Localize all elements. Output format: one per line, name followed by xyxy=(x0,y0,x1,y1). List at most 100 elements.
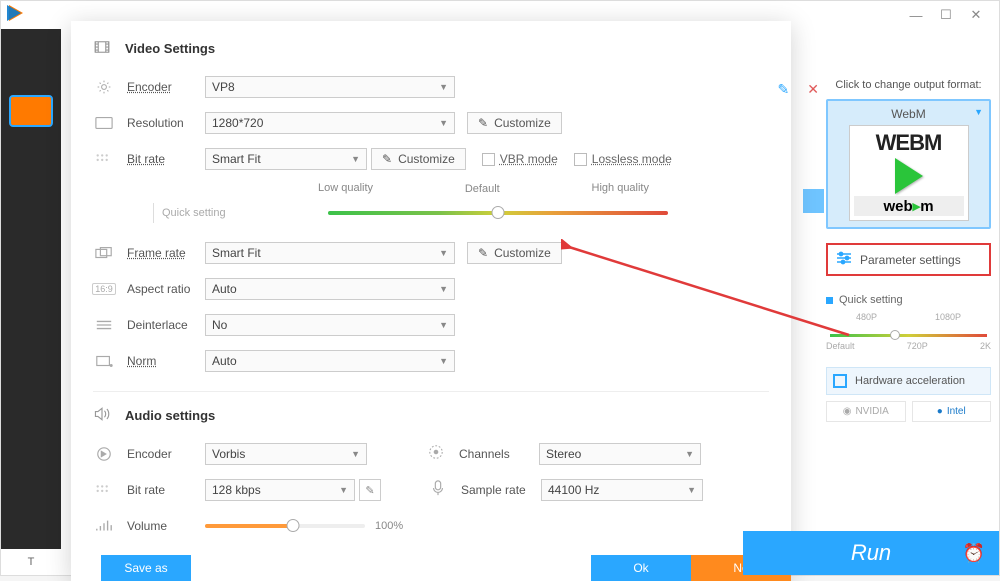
encoder-row: Encoder VP8▼ xyxy=(93,71,769,103)
audio-encoder-row: Encoder Vorbis▼ xyxy=(93,438,367,470)
volume-slider[interactable] xyxy=(205,524,365,528)
lossless-checkbox[interactable]: Lossless mode xyxy=(574,152,672,166)
resolution-label: Resolution xyxy=(127,116,205,130)
volume-icon xyxy=(93,518,115,534)
output-format-card[interactable]: WebM ▼ WEBM web▸m xyxy=(826,99,991,229)
quick-setting-row: Quick setting xyxy=(93,203,769,223)
right-sidebar: Click to change output format: WebM ▼ WE… xyxy=(826,79,991,422)
audio-encoder-select[interactable]: Vorbis▼ xyxy=(205,443,367,465)
hardware-accel-toggle[interactable]: Hardware acceleration xyxy=(826,367,991,395)
resolution-icon xyxy=(93,115,115,131)
aspect-select[interactable]: Auto▼ xyxy=(205,278,455,300)
film-icon xyxy=(93,39,115,57)
close-button[interactable]: ✕ xyxy=(961,5,991,25)
audio-settings-header: Audio settings xyxy=(93,406,769,424)
speaker-icon xyxy=(93,406,115,424)
webm-logo: WEBM web▸m xyxy=(849,125,969,221)
clock-icon[interactable]: ⏰ xyxy=(963,543,985,564)
save-as-button[interactable]: Save as xyxy=(101,555,191,581)
chevron-down-icon: ▼ xyxy=(439,118,448,128)
norm-icon xyxy=(93,353,115,369)
minimize-button[interactable]: — xyxy=(901,5,931,25)
sidebar-quality-slider[interactable] xyxy=(830,334,987,337)
deinterlace-icon xyxy=(93,317,115,333)
video-settings-header: Video Settings xyxy=(93,39,769,57)
item-toolbar: ✎ ✕ xyxy=(778,81,819,98)
sidebar-slider-knob[interactable] xyxy=(890,330,900,340)
framerate-row: Frame rate Smart Fit▼ ✎Customize xyxy=(93,237,769,269)
deinterlace-label: Deinterlace xyxy=(127,318,205,332)
audio-encoder-label: Encoder xyxy=(127,447,205,461)
channels-row: Channels Stereo▼ xyxy=(427,443,701,465)
deinterlace-select[interactable]: No▼ xyxy=(205,314,455,336)
pencil-icon: ✎ xyxy=(478,246,488,260)
chevron-down-icon: ▼ xyxy=(974,107,983,117)
deinterlace-row: Deinterlace No▼ xyxy=(93,309,769,341)
samplerate-select[interactable]: 44100 Hz▼ xyxy=(541,479,703,501)
app-logo xyxy=(9,5,23,21)
norm-select[interactable]: Auto▼ xyxy=(205,350,455,372)
maximize-button[interactable]: ☐ xyxy=(931,5,961,25)
encoder-select[interactable]: VP8▼ xyxy=(205,76,455,98)
low-quality-label: Low quality xyxy=(318,182,373,194)
mic-icon xyxy=(429,480,451,501)
samplerate-label: Sample rate xyxy=(461,483,541,497)
slider-knob[interactable] xyxy=(491,206,504,219)
channels-label: Channels xyxy=(459,447,539,461)
high-quality-label: High quality xyxy=(592,182,649,194)
bullet-icon xyxy=(826,297,833,304)
audio-bitrate-select[interactable]: 128 kbps▼ xyxy=(205,479,355,501)
file-strip xyxy=(803,189,824,213)
volume-knob[interactable] xyxy=(287,519,300,532)
chevron-down-icon: ▼ xyxy=(439,82,448,92)
quick-setting-label: Quick setting xyxy=(162,207,226,219)
edit-icon[interactable]: ✎ xyxy=(778,81,790,98)
video-settings-title: Video Settings xyxy=(125,41,215,56)
gear-icon xyxy=(93,79,115,95)
chevron-down-icon: ▼ xyxy=(439,356,448,366)
run-button[interactable]: Run xyxy=(851,540,891,566)
framerate-customize-button[interactable]: ✎Customize xyxy=(467,242,562,264)
format-name: WebM xyxy=(834,107,983,121)
volume-label: Volume xyxy=(127,519,205,533)
volume-row: Volume 100% xyxy=(93,510,769,542)
framerate-select[interactable]: Smart Fit▼ xyxy=(205,242,455,264)
divider xyxy=(93,391,769,392)
chevron-down-icon: ▼ xyxy=(439,248,448,258)
chevron-down-icon: ▼ xyxy=(439,320,448,330)
left-nav: T xyxy=(1,29,61,575)
pencil-icon: ✎ xyxy=(382,152,392,166)
bitrate-label: Bit rate xyxy=(127,152,205,166)
vbr-checkbox[interactable]: VBR mode xyxy=(482,152,558,166)
bitrate-customize-button[interactable]: ✎Customize xyxy=(371,148,466,170)
remove-icon[interactable]: ✕ xyxy=(807,81,819,98)
aspect-label: Aspect ratio xyxy=(127,282,205,296)
channels-select[interactable]: Stereo▼ xyxy=(539,443,701,465)
dialog-footer: Save as Ok No xyxy=(71,555,791,581)
bitrate-select[interactable]: Smart Fit▼ xyxy=(205,148,367,170)
resolution-customize-button[interactable]: ✎Customize xyxy=(467,112,562,134)
app-window: — ☐ ✕ T Video Settings Encoder xyxy=(0,0,1000,576)
output-format-title: Click to change output format: xyxy=(826,79,991,91)
chevron-down-icon: ▼ xyxy=(439,284,448,294)
resolution-select[interactable]: 1280*720▼ xyxy=(205,112,455,134)
ok-button[interactable]: Ok xyxy=(591,555,691,581)
parameter-settings-button[interactable]: Parameter settings xyxy=(826,243,991,276)
quality-slider[interactable] xyxy=(328,211,668,215)
audio-settings-title: Audio settings xyxy=(125,408,215,423)
chip-icon xyxy=(833,374,847,388)
left-nav-selected[interactable] xyxy=(9,95,53,127)
left-nav-tab[interactable]: T xyxy=(1,549,61,575)
chevron-down-icon: ▼ xyxy=(687,485,696,495)
audio-bitrate-row: Bit rate 128 kbps▼ ✎ xyxy=(93,474,381,506)
pencil-icon: ✎ xyxy=(478,116,488,130)
volume-percent: 100% xyxy=(375,520,403,532)
chevron-down-icon: ▼ xyxy=(351,154,360,164)
audio-bitrate-icon xyxy=(93,482,115,498)
framerate-label: Frame rate xyxy=(127,246,205,260)
audio-bitrate-edit-button[interactable]: ✎ xyxy=(359,479,381,501)
content: Video Settings Encoder VP8▼ Resolution 1… xyxy=(61,29,999,575)
sound-icon xyxy=(93,446,115,462)
sliders-icon xyxy=(836,251,852,268)
audio-bitrate-label: Bit rate xyxy=(127,483,205,497)
